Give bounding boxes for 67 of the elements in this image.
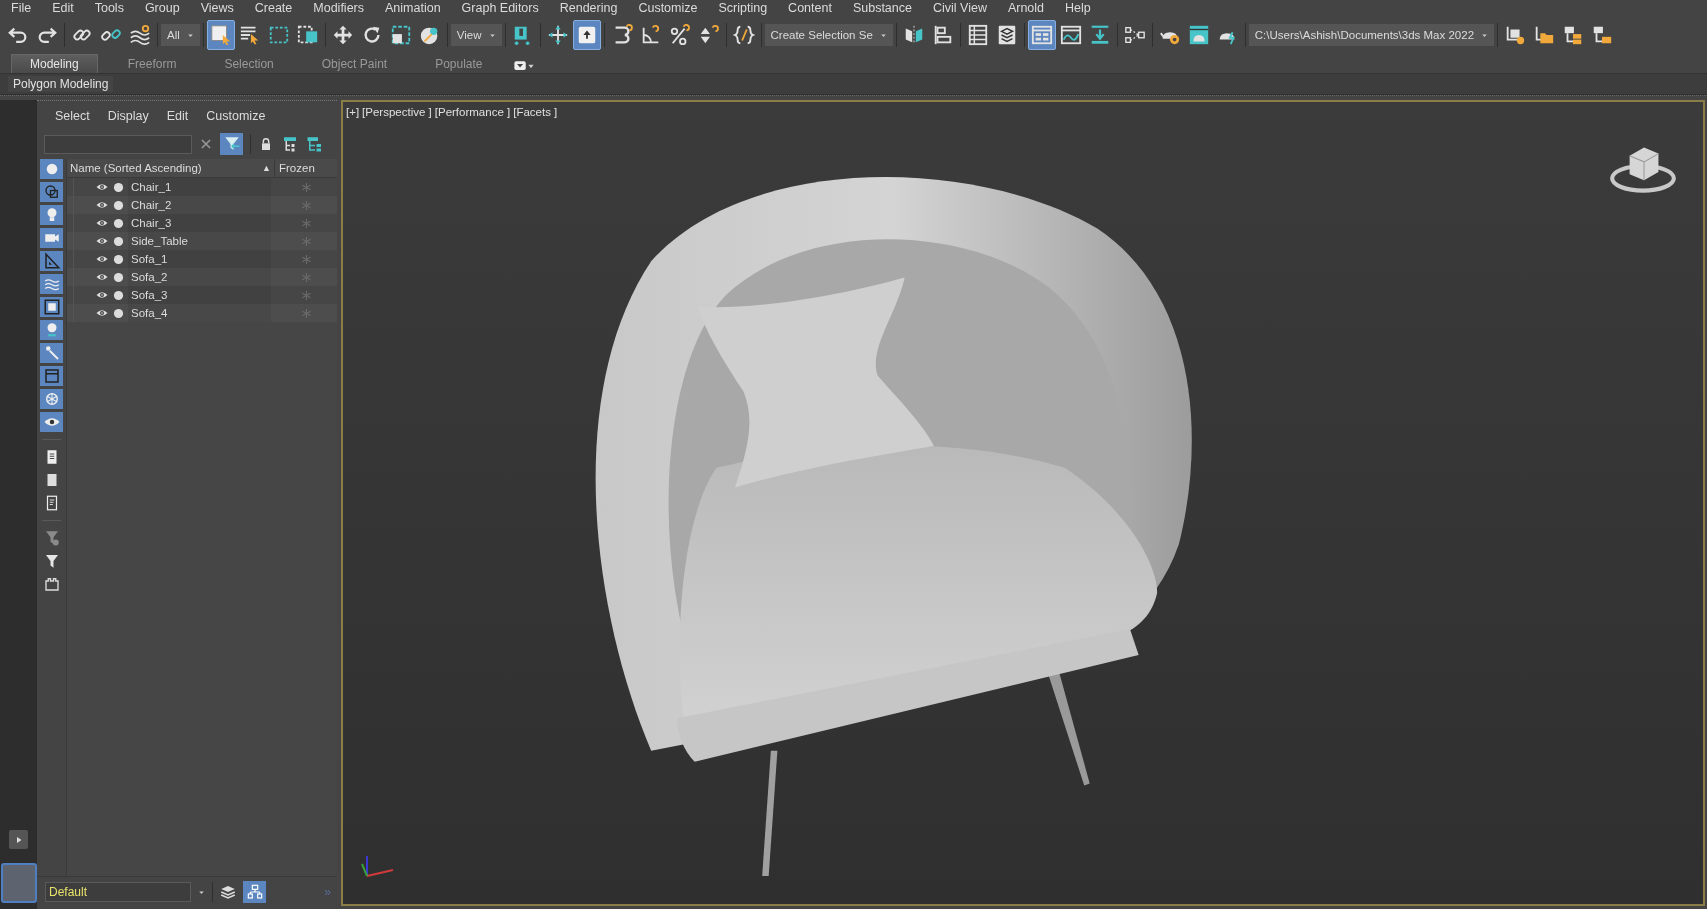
color-swatch[interactable] — [0, 863, 37, 903]
menu-item[interactable]: Graph Editors — [461, 1, 539, 15]
dropdown[interactable]: View — [450, 24, 502, 46]
menu-item[interactable]: Edit — [52, 1, 74, 15]
object-name[interactable]: Sofa_2 — [128, 268, 271, 286]
column-header[interactable]: Name (Sorted Ascending) — [70, 162, 202, 174]
eye-icon[interactable] — [95, 253, 109, 265]
menu-item[interactable]: Modifiers — [313, 1, 364, 15]
ribbon-panel-label[interactable]: Polygon Modeling — [8, 76, 114, 92]
menu-item[interactable]: Edit — [166, 109, 189, 129]
dot-icon[interactable] — [113, 253, 124, 265]
menu-item[interactable]: Customize — [206, 109, 266, 129]
menu-item[interactable]: Scripting — [718, 1, 768, 15]
eye-icon[interactable] — [95, 271, 109, 283]
layer-field[interactable]: Default — [45, 882, 191, 902]
dropdown[interactable]: C:\Users\Ashish\Documents\3ds Max 2022 — [1248, 24, 1495, 46]
eye-icon[interactable] — [95, 235, 109, 247]
menu-item[interactable]: Civil View — [932, 1, 987, 15]
menu-item[interactable]: Substance — [852, 1, 912, 15]
dot-icon[interactable] — [113, 199, 124, 211]
object-name[interactable]: Sofa_3 — [128, 286, 271, 304]
eye-icon[interactable] — [95, 307, 109, 319]
dropdown[interactable]: All — [161, 24, 200, 46]
ribbon-tab[interactable]: Modeling — [11, 54, 98, 73]
object-name[interactable]: Sofa_4 — [128, 304, 271, 322]
eye-icon[interactable] — [95, 217, 109, 229]
menu-item[interactable]: Animation — [385, 1, 441, 15]
clear-icon[interactable] — [199, 137, 213, 151]
object-name[interactable]: Chair_3 — [128, 214, 271, 232]
hierarchy-icon[interactable] — [281, 135, 299, 153]
dot-icon[interactable] — [113, 235, 124, 247]
menu-item[interactable]: Tools — [94, 1, 124, 15]
object-name[interactable]: Chair_2 — [128, 196, 271, 214]
ribbon-tab[interactable]: Selection — [206, 55, 292, 73]
search-field[interactable] — [44, 134, 192, 154]
menu-item[interactable]: Select — [55, 109, 90, 129]
dot-icon[interactable] — [113, 307, 124, 319]
hierarchy-icon[interactable] — [306, 135, 324, 153]
menu-item[interactable]: Rendering — [559, 1, 618, 15]
menu-item[interactable]: Help — [1065, 1, 1091, 15]
object-name[interactable]: Side_Table — [128, 232, 271, 250]
object-name[interactable]: Sofa_1 — [128, 250, 271, 268]
stacked-layers-icon[interactable] — [219, 883, 237, 901]
menu-item[interactable]: File — [11, 1, 32, 15]
menu-item[interactable]: Content — [788, 1, 832, 15]
menu-item[interactable]: Display — [107, 109, 149, 129]
menu-item[interactable]: Arnold — [1007, 1, 1045, 15]
eye-icon[interactable] — [95, 181, 109, 193]
ribbon-tab[interactable]: Populate — [417, 55, 501, 73]
eye-icon[interactable] — [95, 289, 109, 301]
dropdown[interactable]: Create Selection Se — [764, 24, 893, 46]
menu-item[interactable]: Views — [200, 1, 234, 15]
sort-indicator: ▲ — [262, 163, 271, 173]
menu-item[interactable]: Customize — [638, 1, 698, 15]
dot-icon[interactable] — [113, 271, 124, 283]
viewport-label[interactable]: [+] — [346, 106, 360, 118]
eye-icon[interactable] — [95, 199, 109, 211]
dot-icon[interactable] — [113, 181, 124, 193]
viewport-label[interactable]: [Facets ] — [513, 106, 558, 118]
dot-icon[interactable] — [113, 217, 124, 229]
menu-item[interactable]: Group — [144, 1, 180, 15]
viewport-label[interactable]: [Perspective ] — [362, 106, 432, 118]
column-header[interactable]: Frozen — [275, 162, 337, 174]
dot-icon[interactable] — [113, 289, 124, 301]
menu-item[interactable]: Create — [254, 1, 293, 15]
object-name[interactable]: Chair_1 — [128, 178, 271, 196]
viewport-label[interactable]: [Performance ] — [434, 106, 511, 118]
